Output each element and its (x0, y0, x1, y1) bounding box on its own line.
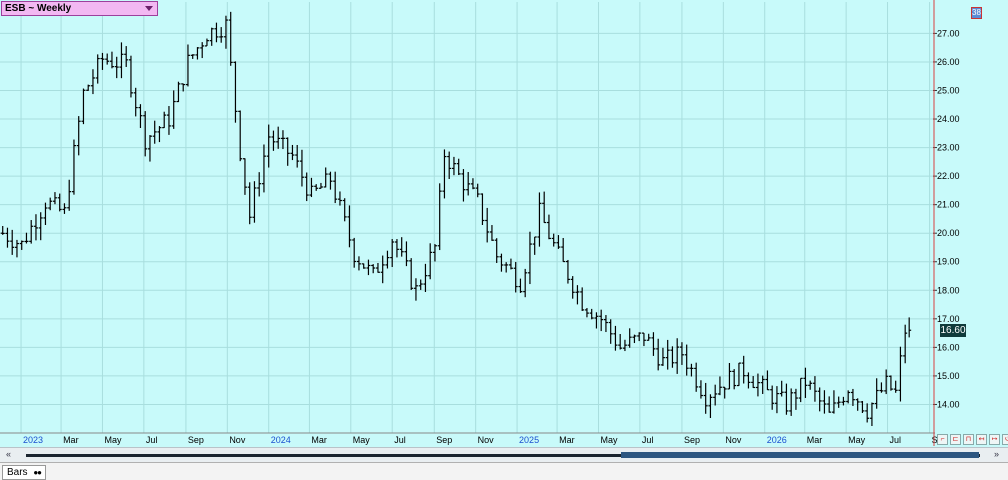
last-price-flag: 16.60 (940, 324, 966, 337)
x-tick-label: May (353, 435, 371, 445)
scroll-left-arrow-icon[interactable]: « (6, 449, 11, 459)
y-tick-label: 20.00 (937, 228, 960, 238)
x-tick-label: Jul (146, 435, 158, 445)
x-tick-label: Sep (684, 435, 700, 445)
zoom-fit-icon[interactable]: ⊓ (963, 434, 974, 445)
y-tick-label: 17.00 (937, 314, 960, 324)
zoom-in-icon[interactable]: ⊏ (950, 434, 961, 445)
y-tick-label: 15.00 (937, 371, 960, 381)
scroll-left-icon[interactable]: ↤ (976, 434, 987, 445)
x-tick-label: Nov (478, 435, 495, 445)
reset-view-icon[interactable]: ↺ (1002, 434, 1008, 445)
y-tick-label: 24.00 (937, 114, 960, 124)
x-tick-label: Nov (229, 435, 246, 445)
scroll-right-arrow-icon[interactable]: » (994, 449, 999, 459)
bars-tab[interactable]: Bars ●● (2, 465, 47, 480)
x-tick-label: Mar (311, 435, 327, 445)
y-tick-label: 18.00 (937, 285, 960, 295)
y-tick-label: 14.00 (937, 399, 960, 409)
x-tick-label: May (104, 435, 122, 445)
y-tick-label: 19.00 (937, 257, 960, 267)
x-tick-label: Mar (63, 435, 79, 445)
y-tick-label: 25.00 (937, 85, 960, 95)
scroll-right-icon[interactable]: ↦ (989, 434, 1000, 445)
x-tick-label: Sep (188, 435, 204, 445)
y-tick-label: 27.00 (937, 28, 960, 38)
chart-area[interactable]: 27.00 26.00 25.00 24.00 23.00 22.00 21.00 20.00… (0, 0, 1008, 447)
zoom-out-icon[interactable]: ⌐ (937, 434, 948, 445)
chart-nav-buttons: ⌐ ⊏ ⊓ ↤ ↦ ↺ (937, 434, 1008, 447)
x-tick-label: 2026 (767, 435, 787, 445)
x-tick-label: Nov (725, 435, 742, 445)
y-tick-label: 26.00 (937, 57, 960, 67)
x-tick-label: May (600, 435, 618, 445)
x-tick-label: Jul (394, 435, 406, 445)
x-tick-label: Mar (807, 435, 823, 445)
x-tick-label: Jul (890, 435, 902, 445)
y-tick-label: 23.00 (937, 143, 960, 153)
chevron-down-icon[interactable] (145, 6, 153, 11)
bars-tab-label: Bars (7, 467, 28, 478)
symbol-selector[interactable]: ESB ~ Weekly (1, 1, 158, 16)
x-tick-label: Mar (559, 435, 575, 445)
x-tick-label: Sep (436, 435, 452, 445)
x-tick-label: 2024 (271, 435, 291, 445)
x-tick-label: Jul (642, 435, 654, 445)
time-scrollbar[interactable]: « » (0, 447, 1008, 462)
x-tick-label: 2025 (519, 435, 539, 445)
x-tick-label: May (848, 435, 866, 445)
symbol-label: ESB ~ Weekly (5, 3, 72, 14)
y-tick-label: 22.00 (937, 171, 960, 181)
corner-badge[interactable]: 38 (971, 7, 982, 19)
x-tick-label: 2023 (23, 435, 43, 445)
y-tick-label: 16.00 (937, 342, 960, 352)
scroll-thumb[interactable] (621, 452, 979, 458)
price-chart[interactable]: 27.00 26.00 25.00 24.00 23.00 22.00 21.00 20.00… (0, 0, 1008, 447)
bars-tab-icons: ●● (33, 468, 42, 477)
y-tick-label: 21.00 (937, 200, 960, 210)
status-bar: Bars ●● (0, 462, 1008, 480)
